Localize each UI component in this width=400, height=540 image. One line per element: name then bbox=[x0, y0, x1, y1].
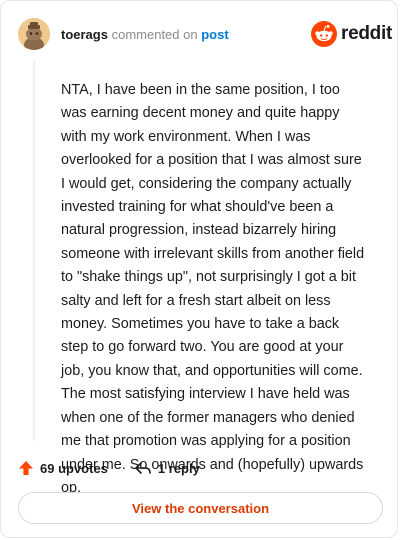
reddit-wordmark: reddit bbox=[341, 23, 392, 44]
upvote-arrow-icon bbox=[19, 461, 33, 475]
avatar[interactable] bbox=[18, 18, 50, 50]
post-link[interactable]: post bbox=[201, 27, 228, 42]
upvote-count: 69 upvotes bbox=[40, 460, 108, 476]
thread-line[interactable] bbox=[33, 61, 35, 441]
comment-actions: 69 upvotes 1 reply bbox=[18, 458, 200, 478]
snoo-avatar-icon bbox=[18, 18, 50, 50]
reply-arrow-icon bbox=[135, 462, 151, 474]
reddit-logo[interactable]: reddit bbox=[311, 20, 392, 48]
comment-body: NTA, I have been in the same position, I… bbox=[61, 82, 365, 496]
upvote-button[interactable]: 69 upvotes bbox=[18, 460, 108, 476]
comment-card: toerags commented on post reddit NTA, I … bbox=[0, 0, 398, 538]
reddit-snoo-icon bbox=[311, 21, 337, 47]
reply-button[interactable]: 1 reply bbox=[134, 460, 200, 476]
reply-count: 1 reply bbox=[157, 460, 200, 476]
username-link[interactable]: toerags bbox=[61, 27, 108, 42]
commented-on-label: commented on bbox=[111, 27, 198, 42]
view-conversation-button[interactable]: View the conversation bbox=[18, 492, 383, 524]
comment-header: toerags commented on post bbox=[61, 27, 229, 43]
